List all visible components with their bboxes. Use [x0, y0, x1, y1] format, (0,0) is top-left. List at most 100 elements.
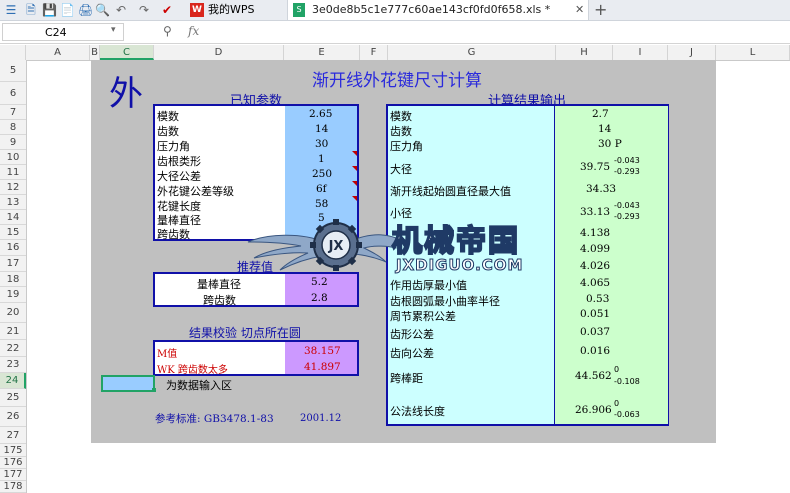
result-label: 周节累积公差	[390, 310, 456, 323]
row-header[interactable]: 17	[0, 256, 26, 272]
row-header-selected[interactable]: 24	[0, 373, 26, 389]
column-header[interactable]: G	[388, 45, 556, 60]
save-icon[interactable]: 💾	[42, 3, 57, 17]
tab-my-wps[interactable]: W 我的WPS	[186, 0, 284, 20]
function-icon[interactable]: fx	[188, 24, 199, 38]
result-value: 44.562	[575, 370, 612, 382]
comment-marker-icon[interactable]	[352, 166, 357, 171]
row-header[interactable]: 19	[0, 287, 26, 303]
dropdown-icon[interactable]: ▾	[111, 25, 116, 35]
row-header[interactable]: 9	[0, 135, 26, 150]
result-tol-upper: 0	[614, 399, 620, 408]
param-value[interactable]: 6f	[316, 183, 327, 195]
check-value: 41.897	[304, 361, 341, 373]
undo-icon[interactable]: ↶	[114, 3, 128, 17]
print-icon[interactable]: 🖨	[78, 3, 93, 17]
param-value[interactable]: 2.65	[309, 108, 332, 120]
new-file-icon[interactable]: 🗎	[24, 3, 38, 17]
row-header[interactable]: 25	[0, 389, 26, 407]
result-label: 齿形公差	[390, 328, 434, 341]
column-header[interactable]: D	[154, 45, 284, 60]
row-header[interactable]: 10	[0, 150, 26, 165]
result-label: 齿数	[390, 125, 412, 138]
page-title: 渐开线外花键尺寸计算	[312, 71, 482, 91]
result-value: 39.75	[580, 161, 611, 173]
param-value[interactable]: 58	[315, 198, 328, 210]
close-tab-icon[interactable]: ✕	[575, 0, 584, 20]
param-value[interactable]: 1	[318, 153, 325, 165]
column-header[interactable]: J	[668, 45, 716, 60]
param-value[interactable]: 14	[315, 123, 328, 135]
row-header[interactable]: 7	[0, 105, 26, 120]
zoom-icon[interactable]: ⚲	[163, 24, 172, 38]
row-header[interactable]: 178	[0, 481, 26, 493]
result-tol-lower: -0.108	[614, 377, 640, 386]
selected-cell-c24[interactable]	[101, 375, 155, 392]
name-box[interactable]: C24 ▾	[2, 23, 124, 41]
check-header: 结果校验 切点所在圆	[189, 326, 301, 340]
row-header[interactable]: 8	[0, 120, 26, 135]
row-header[interactable]: 13	[0, 195, 26, 210]
reference-standard: 参考标准: GB3478.1-83	[155, 413, 274, 425]
recommend-label: 跨齿数	[203, 294, 236, 307]
wps-logo-icon: W	[190, 3, 204, 17]
row-header[interactable]: 176	[0, 457, 26, 469]
row-header[interactable]: 20	[0, 303, 26, 323]
row-header[interactable]: 175	[0, 444, 26, 457]
param-label: 模数	[157, 110, 179, 123]
row-header[interactable]: 16	[0, 240, 26, 256]
watermark-cn: 机械帝国	[391, 223, 520, 260]
column-header[interactable]: A	[26, 45, 90, 60]
formula-input[interactable]	[212, 23, 788, 41]
column-header[interactable]: I	[613, 45, 668, 60]
menu-icon[interactable]: ☰	[4, 3, 18, 17]
column-header[interactable]: E	[284, 45, 360, 60]
export-pdf-icon[interactable]: 📄	[60, 3, 75, 17]
new-tab-button[interactable]: +	[594, 0, 607, 20]
comment-marker-icon[interactable]	[352, 151, 357, 156]
select-all-corner[interactable]	[0, 45, 26, 60]
result-value: 0.051	[580, 308, 611, 320]
column-header[interactable]: L	[716, 45, 790, 60]
row-header[interactable]: 5	[0, 60, 26, 82]
result-label: 公法线长度	[390, 405, 445, 418]
row-header[interactable]: 6	[0, 82, 26, 105]
redo-icon[interactable]: ↷	[137, 3, 151, 17]
result-tol-lower: -0.293	[614, 212, 640, 221]
column-header-selected[interactable]: C	[100, 45, 154, 60]
result-value: 0.016	[580, 345, 611, 357]
watermark-badge-text: JX	[328, 239, 344, 254]
row-header[interactable]: 27	[0, 427, 26, 444]
format-brush-icon[interactable]: ✔	[160, 3, 174, 17]
cell-reference: C24	[45, 26, 67, 39]
result-tol-upper: 0	[614, 365, 620, 374]
row-header[interactable]: 18	[0, 272, 26, 287]
row-header[interactable]: 14	[0, 210, 26, 225]
result-label: 跨棒距	[390, 372, 423, 385]
tab-file[interactable]: S 3e0de8b5c1e777c60ae143cf0fd0f658.xls *…	[287, 0, 589, 20]
row-header[interactable]: 12	[0, 180, 26, 195]
row-header[interactable]: 15	[0, 225, 26, 240]
result-tol-lower: -0.063	[614, 410, 640, 419]
tab-file-label: 3e0de8b5c1e777c60ae143cf0fd0f658.xls *	[312, 3, 551, 16]
comment-marker-icon[interactable]	[352, 181, 357, 186]
result-label: 大径	[390, 163, 412, 176]
result-tol-lower: -0.293	[614, 167, 640, 176]
param-label: 压力角	[157, 140, 190, 153]
row-header[interactable]: 23	[0, 357, 26, 373]
fill-handle[interactable]	[152, 388, 156, 392]
result-value: 4.026	[580, 260, 611, 272]
column-header[interactable]: B	[90, 45, 100, 60]
comment-marker-icon[interactable]	[352, 196, 357, 201]
column-header[interactable]: H	[556, 45, 613, 60]
param-value[interactable]: 30	[315, 138, 328, 150]
row-header[interactable]: 11	[0, 165, 26, 180]
row-header[interactable]: 26	[0, 407, 26, 427]
watermark-logo: JX 机械帝国 JXDIGUO.COM	[246, 212, 546, 278]
column-header[interactable]: F	[360, 45, 388, 60]
param-value[interactable]: 250	[312, 168, 332, 180]
row-header[interactable]: 21	[0, 323, 26, 340]
row-header[interactable]: 177	[0, 469, 26, 481]
row-header[interactable]: 22	[0, 340, 26, 357]
print-preview-icon[interactable]: 🔍	[95, 3, 110, 17]
